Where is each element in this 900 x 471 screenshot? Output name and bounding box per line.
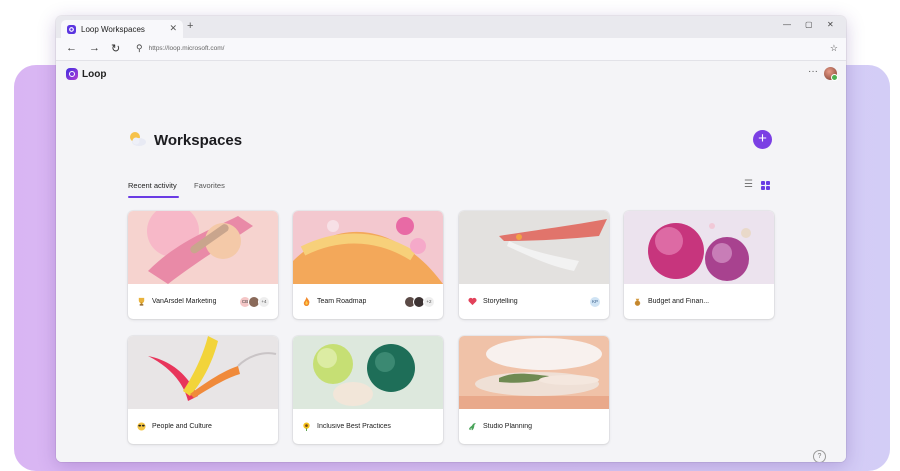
tab-close-icon[interactable]: ✕ xyxy=(169,23,177,34)
loop-logo-icon xyxy=(66,68,78,80)
help-button[interactable]: ? xyxy=(813,450,826,462)
workspace-card-people-and-culture[interactable]: People and Culture xyxy=(128,336,278,444)
maximize-button[interactable]: ▢ xyxy=(805,20,813,29)
dinosaur-icon xyxy=(468,423,477,431)
workspace-cover-image xyxy=(624,211,774,284)
card-footer: Budget and Finan... xyxy=(624,284,774,319)
workspace-cover-image xyxy=(459,211,609,284)
sun-behind-cloud-icon xyxy=(130,132,146,146)
add-workspace-button[interactable]: + xyxy=(753,130,772,149)
search-icon: ⚲ xyxy=(136,43,143,53)
loop-app: Loop ··· Workspaces + Recent activity Fa… xyxy=(56,61,846,462)
workspace-name: Storytelling xyxy=(483,298,518,305)
favorite-star-icon[interactable]: ☆ xyxy=(830,43,838,54)
workspace-card-studio-planning[interactable]: Studio Planning xyxy=(459,336,609,444)
card-footer: VanArsdel Marketing CB +4 xyxy=(128,284,278,319)
back-icon[interactable]: ← xyxy=(66,42,77,54)
workspace-card-storytelling[interactable]: Storytelling KP xyxy=(459,211,609,319)
heart-icon xyxy=(468,297,477,306)
member-count-badge: +2 xyxy=(423,296,435,308)
workspace-name: VanArsdel Marketing xyxy=(152,298,217,305)
workspace-cover-image xyxy=(128,336,278,409)
app-name: Loop xyxy=(82,68,107,80)
member-count-badge: +4 xyxy=(258,296,270,308)
workspace-cover-image xyxy=(459,336,609,409)
tab-favorites[interactable]: Favorites xyxy=(194,181,225,190)
workspace-card-team-roadmap[interactable]: Team Roadmap +2 xyxy=(293,211,443,319)
workspace-name: Studio Planning xyxy=(483,423,533,430)
workspace-card-vanarsdel-marketing[interactable]: VanArsdel Marketing CB +4 xyxy=(128,211,278,319)
user-avatar[interactable] xyxy=(824,67,838,81)
workspace-name: Team Roadmap xyxy=(317,298,367,305)
trophy-icon xyxy=(138,297,145,306)
refresh-icon[interactable]: ↻ xyxy=(111,42,120,55)
avatar: KP xyxy=(589,296,601,308)
card-footer: Storytelling KP xyxy=(459,284,609,319)
workspace-name: Budget and Finan... xyxy=(648,298,710,305)
workspace-name: People and Culture xyxy=(152,423,212,430)
flame-icon xyxy=(303,297,310,306)
workspace-card-budget-and-finance[interactable]: Budget and Finan... xyxy=(624,211,774,319)
address-bar-row: ← → ↻ ⚲ https://loop.microsoft.com/ ☆ xyxy=(56,38,846,61)
sunglasses-icon xyxy=(137,422,146,431)
browser-window: Loop Workspaces ✕ + — ▢ ✕ ← → ↻ ⚲ https:… xyxy=(56,16,846,462)
new-tab-button[interactable]: + xyxy=(187,20,193,32)
loop-favicon-icon xyxy=(67,24,76,34)
sunflower-icon xyxy=(303,422,310,431)
card-footer: Inclusive Best Practices xyxy=(293,409,443,444)
browser-tab[interactable]: Loop Workspaces ✕ xyxy=(61,20,183,38)
list-view-icon[interactable]: ☰ xyxy=(744,179,753,190)
url-field[interactable]: ⚲ https://loop.microsoft.com/ xyxy=(136,41,820,56)
loop-logo[interactable]: Loop xyxy=(66,68,106,80)
workspace-card-inclusive-best-practices[interactable]: Inclusive Best Practices xyxy=(293,336,443,444)
forward-icon[interactable]: → xyxy=(89,42,100,54)
presence-dot xyxy=(831,74,838,81)
member-avatars[interactable]: CB +4 xyxy=(239,296,270,308)
card-footer: Team Roadmap +2 xyxy=(293,284,443,319)
tab-strip: Loop Workspaces ✕ + — ▢ ✕ xyxy=(56,16,846,38)
tab-title: Loop Workspaces xyxy=(81,24,145,34)
grid-view-icon[interactable] xyxy=(761,181,770,190)
url-text: https://loop.microsoft.com/ xyxy=(148,45,225,52)
more-options-icon[interactable]: ··· xyxy=(808,66,818,77)
member-avatars[interactable]: KP xyxy=(589,296,601,308)
money-bag-icon xyxy=(634,298,641,306)
workspace-cover-image xyxy=(128,211,278,284)
card-footer: Studio Planning xyxy=(459,409,609,444)
workspace-cover-image xyxy=(293,336,443,409)
workspace-name: Inclusive Best Practices xyxy=(317,423,391,430)
close-window-button[interactable]: ✕ xyxy=(827,20,834,29)
card-footer: People and Culture xyxy=(128,409,278,444)
workspace-cover-image xyxy=(293,211,443,284)
active-tab-indicator xyxy=(128,196,179,198)
minimize-button[interactable]: — xyxy=(783,20,791,29)
tab-recent-activity[interactable]: Recent activity xyxy=(128,181,177,190)
member-avatars[interactable]: +2 xyxy=(404,296,435,308)
page-title: Workspaces xyxy=(154,132,243,149)
